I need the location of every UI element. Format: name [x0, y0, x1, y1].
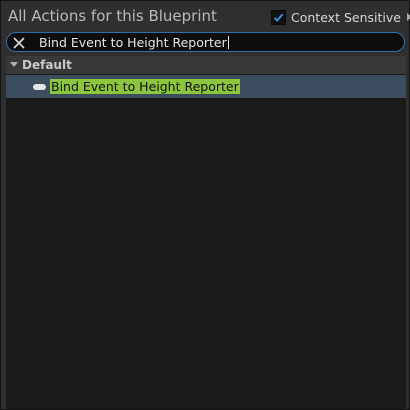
action-item-bind-event[interactable]: Bind Event to Height Reporter: [6, 75, 406, 98]
search-box[interactable]: Bind Event to Height Reporter: [6, 32, 405, 52]
event-pill-icon: [33, 84, 46, 90]
action-menu-header: All Actions for this Blueprint Context S…: [1, 1, 410, 31]
category-label: Default: [22, 58, 72, 72]
panel-title: All Actions for this Blueprint: [8, 7, 217, 25]
checkmark-icon: [273, 13, 284, 22]
context-sensitive-label: Context Sensitive: [291, 9, 401, 25]
context-sensitive-toggle[interactable]: Context Sensitive: [271, 8, 410, 26]
search-input[interactable]: Bind Event to Height Reporter: [39, 35, 229, 50]
collapse-arrow-icon[interactable]: [10, 62, 18, 67]
action-item-label: Bind Event to Height Reporter: [50, 79, 240, 94]
action-menu-panel: All Actions for this Blueprint Context S…: [0, 0, 410, 410]
context-sensitive-checkbox[interactable]: [271, 9, 286, 25]
text-cursor: [227, 36, 229, 49]
category-default[interactable]: Default: [6, 57, 406, 74]
close-icon[interactable]: [12, 35, 26, 49]
action-list[interactable]: Default Bind Event to Height Reporter: [6, 56, 406, 409]
search-input-value: Bind Event to Height Reporter: [39, 35, 227, 50]
